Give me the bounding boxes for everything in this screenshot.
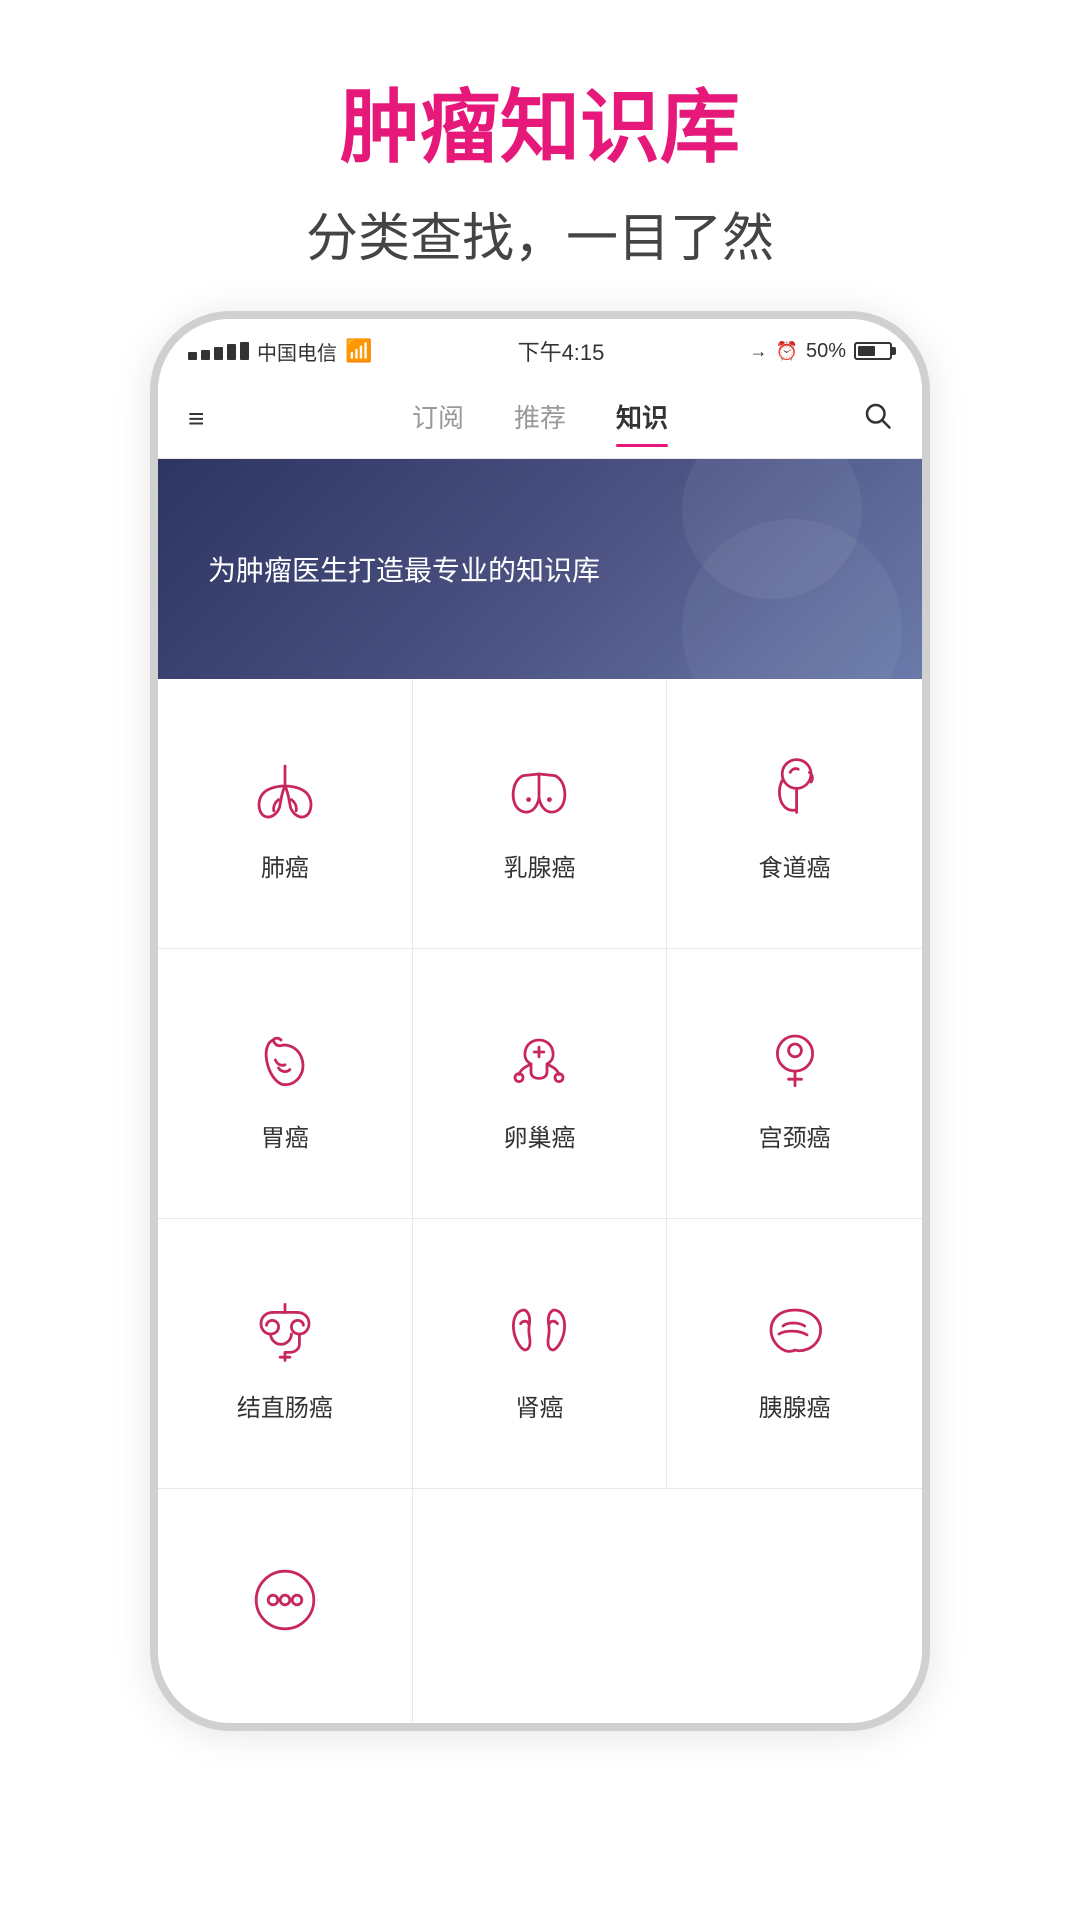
carrier-name: 中国电信	[257, 337, 337, 366]
cancer-cell-lung[interactable]: 肺癌	[158, 679, 413, 949]
search-icon[interactable]	[842, 400, 892, 438]
pancreas-icon	[755, 1290, 835, 1370]
cancer-cell-pancreas[interactable]: 胰腺癌	[667, 1219, 922, 1489]
lung-icon	[245, 750, 325, 830]
cancer-cell-other[interactable]	[158, 1489, 413, 1723]
wifi-icon: 📶	[345, 338, 372, 364]
battery-bar	[854, 342, 892, 360]
esophagus-label: 食道癌	[759, 848, 831, 883]
knowledge-banner: 为肿瘤医生打造最专业的知识库	[158, 459, 922, 679]
stomach-label: 胃癌	[261, 1118, 309, 1153]
cervix-icon	[755, 1020, 835, 1100]
phone-frame: 中国电信 📶 下午4:15 → ⏰ 50% ≡ 订阅 推荐 知识 为肿	[150, 311, 930, 1731]
lung-label: 肺癌	[261, 848, 309, 883]
banner-text: 为肿瘤医生打造最专业的知识库	[208, 549, 600, 589]
location-icon: →	[750, 341, 768, 362]
cancer-cell-kidney[interactable]: 肾癌	[413, 1219, 668, 1489]
status-time: 下午4:15	[518, 335, 605, 367]
cancer-cell-colon[interactable]: 结直肠癌	[158, 1219, 413, 1489]
battery-percent: 50%	[806, 340, 846, 363]
tab-knowledge[interactable]: 知识	[616, 398, 668, 439]
breast-icon	[499, 750, 579, 830]
cancer-cell-stomach[interactable]: 胃癌	[158, 949, 413, 1219]
battery-fill	[858, 346, 875, 356]
kidney-label: 肾癌	[515, 1388, 563, 1423]
pancreas-label: 胰腺癌	[759, 1388, 831, 1423]
tab-subscribe[interactable]: 订阅	[412, 398, 464, 439]
stomach-icon	[245, 1020, 325, 1100]
signal-dots	[188, 342, 249, 360]
status-bar-left: 中国电信 📶	[188, 337, 372, 366]
alarm-icon: ⏰	[776, 341, 798, 362]
ovary-label: 卵巢癌	[503, 1118, 575, 1153]
status-bar: 中国电信 📶 下午4:15 → ⏰ 50%	[158, 319, 922, 379]
cancer-cell-cervix[interactable]: 宫颈癌	[667, 949, 922, 1219]
other-icon	[245, 1560, 325, 1640]
cervix-label: 宫颈癌	[759, 1118, 831, 1153]
page-title: 肿瘤知识库	[306, 80, 774, 176]
nav-tabs: 订阅 推荐 知识	[412, 398, 668, 439]
nav-bar: ≡ 订阅 推荐 知识	[158, 379, 922, 459]
kidney-icon	[499, 1290, 579, 1370]
cancer-cell-breast[interactable]: 乳腺癌	[413, 679, 668, 949]
esophagus-icon	[755, 750, 835, 830]
page-header: 肿瘤知识库 分类查找，一目了然	[306, 0, 774, 271]
colon-label: 结直肠癌	[237, 1388, 333, 1423]
ovary-icon	[499, 1020, 579, 1100]
page-subtitle: 分类查找，一目了然	[306, 196, 774, 271]
status-bar-right: → ⏰ 50%	[750, 340, 892, 363]
colon-icon	[245, 1290, 325, 1370]
menu-icon[interactable]: ≡	[188, 403, 238, 435]
cancer-cell-esophagus[interactable]: 食道癌	[667, 679, 922, 949]
tab-recommend[interactable]: 推荐	[514, 398, 566, 439]
cancer-grid: 肺癌 乳腺癌	[158, 679, 922, 1723]
breast-label: 乳腺癌	[503, 848, 575, 883]
cancer-cell-ovary[interactable]: 卵巢癌	[413, 949, 668, 1219]
